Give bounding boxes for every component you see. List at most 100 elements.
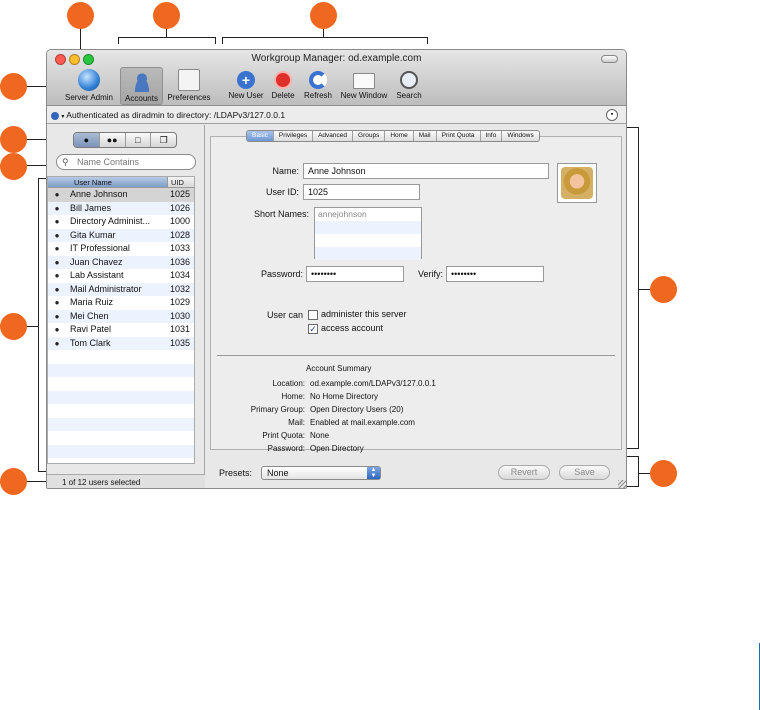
table-row[interactable]: ● IT Professional 1033 <box>48 242 194 256</box>
table-row[interactable]: ● Maria Ruiz 1029 <box>48 296 194 310</box>
summary-label: Location: <box>272 379 305 388</box>
callout-1 <box>67 2 94 29</box>
computer-groups-tab-icon[interactable]: ❐ <box>151 133 176 147</box>
table-row[interactable]: ● Gita Kumar 1028 <box>48 228 194 242</box>
callout-10 <box>650 460 677 487</box>
name-field[interactable]: Anne Johnson <box>303 163 549 179</box>
callout-line <box>627 456 638 457</box>
tab-advanced[interactable]: Advanced <box>313 131 354 141</box>
computers-tab-icon[interactable]: □ <box>126 133 152 147</box>
dropdown-arrow-icon[interactable]: ▾ <box>61 114 64 120</box>
tab-groups[interactable]: Groups <box>353 131 386 141</box>
name-label: Name: <box>272 166 299 176</box>
new-window-button[interactable]: New Window <box>338 67 390 105</box>
user-name-cell: Anne Johnson <box>70 189 128 199</box>
empty-row <box>48 404 194 418</box>
table-row[interactable]: ● Tom Clark 1035 <box>48 336 194 350</box>
user-name-cell: Mail Administrator <box>70 283 142 294</box>
callout-line <box>627 486 638 487</box>
new-user-button[interactable]: + New User <box>227 67 265 105</box>
empty-row <box>48 350 194 364</box>
uid-cell: 1028 <box>170 229 191 240</box>
selection-status: 1 of 12 users selected <box>47 474 205 488</box>
userid-label: User ID: <box>265 187 299 197</box>
preferences-button[interactable]: Preferences <box>164 67 214 105</box>
tab-basic[interactable]: Basic <box>247 131 274 141</box>
callout-line <box>215 37 216 44</box>
save-button[interactable]: Save <box>559 465 610 480</box>
search-field[interactable]: ⚲ Name Contains <box>56 154 196 170</box>
empty-row <box>48 417 194 431</box>
table-row[interactable]: ● Anne Johnson 1025 <box>48 188 194 202</box>
resize-grip-icon[interactable] <box>618 480 626 488</box>
auth-bar: ▾ Authenticated as diradmin to directory… <box>47 106 626 124</box>
empty-row <box>48 377 194 391</box>
tab-print-quota[interactable]: Print Quota <box>437 131 481 141</box>
accounts-button[interactable]: Accounts <box>120 67 163 105</box>
refresh-icon <box>309 71 327 89</box>
user-name-cell: Bill James <box>70 202 112 213</box>
presets-select[interactable]: None ▲ ▼ <box>261 466 381 480</box>
user-icon: ● <box>54 311 60 321</box>
callout-3 <box>310 2 337 29</box>
uid-cell: 1036 <box>170 256 191 267</box>
user-name-cell: Tom Clark <box>70 337 111 348</box>
column-user-name[interactable]: User Name <box>48 177 168 187</box>
delete-button[interactable]: Delete <box>268 67 298 105</box>
short-names-list[interactable]: annejohnson <box>314 207 422 260</box>
tab-info[interactable]: Info <box>481 131 503 141</box>
access-account-checkbox[interactable]: ✓ <box>308 324 318 334</box>
user-can-label: User can <box>266 310 303 320</box>
user-name-cell: Maria Ruiz <box>70 297 114 307</box>
callout-line <box>638 473 650 474</box>
table-row[interactable]: ● Bill James 1026 <box>48 201 194 215</box>
user-name-cell: Lab Assistant <box>70 270 124 280</box>
revert-button[interactable]: Revert <box>498 465 550 480</box>
new-window-icon <box>353 73 375 89</box>
tab-home[interactable]: Home <box>385 131 414 141</box>
refresh-button[interactable]: Refresh <box>301 67 335 105</box>
administer-checkbox[interactable] <box>308 310 318 320</box>
summary-label: Primary Group: <box>250 405 305 414</box>
user-icon: ● <box>54 217 60 226</box>
callout-line <box>38 471 46 472</box>
table-row[interactable]: ● Mail Administrator 1032 <box>48 282 194 296</box>
uid-cell: 1030 <box>170 310 191 321</box>
callout-line <box>222 37 428 38</box>
toolbar-toggle-button[interactable] <box>601 55 618 63</box>
verify-field[interactable]: •••••••• <box>446 266 544 282</box>
tab-privileges[interactable]: Privileges <box>274 131 314 141</box>
account-type-selector[interactable]: ● ●● □ ❐ <box>73 132 177 148</box>
tab-windows[interactable]: Windows <box>502 131 538 141</box>
user-picture-image <box>561 167 593 199</box>
account-summary-title: Account Summary <box>306 364 372 373</box>
password-field[interactable]: •••••••• <box>306 266 404 282</box>
table-row[interactable]: ● Lab Assistant 1034 <box>48 269 194 283</box>
uid-cell: 1000 <box>170 216 191 226</box>
presets-label: Presets: <box>219 468 253 478</box>
groups-tab-icon[interactable]: ●● <box>100 133 126 147</box>
callout-line <box>638 456 639 487</box>
table-row[interactable]: ● Juan Chavez 1036 <box>48 255 194 269</box>
access-account-label: access account <box>321 323 384 333</box>
user-photo[interactable] <box>557 163 597 203</box>
users-tab-icon[interactable]: ● <box>74 133 100 147</box>
user-name-cell: Gita Kumar <box>70 229 116 240</box>
summary-value: No Home Directory <box>310 392 379 401</box>
tab-mail[interactable]: Mail <box>414 131 437 141</box>
search-button[interactable]: Search <box>394 67 424 105</box>
user-name-cell: Directory Administ... <box>70 216 151 226</box>
table-row[interactable]: ● Directory Administ... 1000 <box>48 215 194 229</box>
short-name-entry[interactable]: annejohnson <box>315 208 421 221</box>
directory-globe-icon[interactable] <box>51 111 59 120</box>
server-admin-button[interactable]: Server Admin <box>59 67 119 105</box>
uid-cell: 1034 <box>170 270 191 280</box>
table-row[interactable]: ● Mei Chen 1030 <box>48 309 194 323</box>
callout-6 <box>0 153 27 180</box>
delete-icon <box>274 71 292 89</box>
column-uid[interactable]: UID <box>168 177 184 187</box>
userid-field[interactable]: 1025 <box>303 184 420 200</box>
table-row[interactable]: ● Ravi Patel 1031 <box>48 323 194 337</box>
summary-value: Enabled at mail.example.com <box>310 418 415 427</box>
lock-icon[interactable]: ▪ <box>606 109 618 121</box>
